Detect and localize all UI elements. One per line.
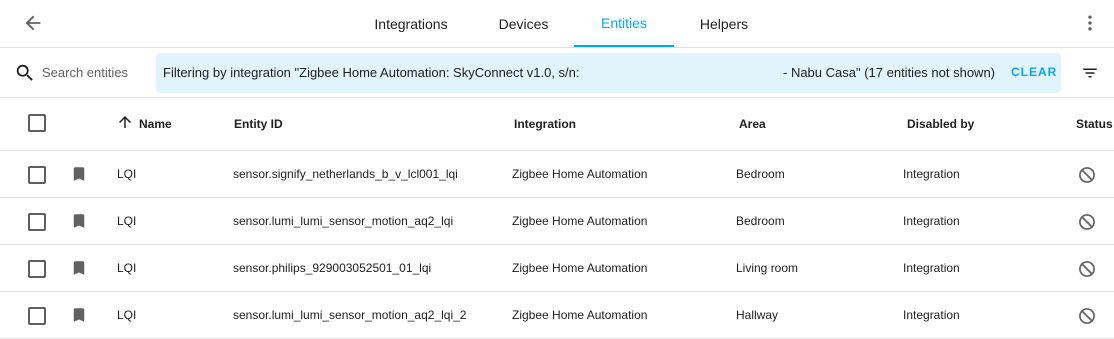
back-arrow-icon[interactable] [22,12,44,34]
bookmark-icon [73,214,85,228]
tab-devices[interactable]: Devices [473,0,574,47]
column-header-status[interactable]: Status [1076,117,1113,131]
entity-name: LQI [117,261,137,275]
filter-banner: Filtering by integration "Zigbee Home Au… [156,53,1061,93]
filter-banner-text-start: Filtering by integration "Zigbee Home Au… [163,65,583,80]
entity-disabled-by: Integration [903,214,960,228]
row-checkbox[interactable] [28,166,46,184]
search-filter-bar: Filtering by integration "Zigbee Home Au… [0,48,1114,98]
entity-name: LQI [117,308,137,322]
tab-integrations[interactable]: Integrations [349,0,473,47]
row-checkbox[interactable] [28,260,46,278]
more-menu-icon[interactable] [1080,12,1100,34]
table-row[interactable]: LQI sensor.signify_netherlands_b_v_lcl00… [0,151,1114,198]
table-row[interactable]: LQI sensor.lumi_lumi_sensor_motion_aq2_l… [0,292,1114,339]
column-header-disabled-by[interactable]: Disabled by [907,117,974,131]
search-input[interactable] [42,61,150,83]
table-header: Name Entity ID Integration Area Disabled… [0,98,1114,151]
entity-integration: Zigbee Home Automation [512,308,648,322]
disabled-status-icon [1079,214,1095,230]
entity-integration: Zigbee Home Automation [512,261,648,275]
disabled-status-icon [1079,167,1095,183]
entity-name: LQI [117,214,137,228]
clear-filter-button[interactable]: CLEAR [1011,65,1057,79]
entity-disabled-by: Integration [903,261,960,275]
sort-ascending-icon[interactable] [116,113,134,131]
disabled-status-icon [1079,261,1095,277]
column-header-integration[interactable]: Integration [514,117,576,131]
entity-integration: Zigbee Home Automation [512,214,648,228]
row-checkbox[interactable] [28,213,46,231]
entity-area: Hallway [736,308,779,322]
tab-bar: Integrations Devices Entities Helpers [349,0,774,47]
entity-id: sensor.signify_netherlands_b_v_lcl001_lq… [233,167,458,181]
entity-id: sensor.lumi_lumi_sensor_motion_aq2_lqi_2 [233,308,467,322]
entity-area: Living room [736,261,799,275]
bookmark-icon [73,308,85,322]
column-header-name[interactable]: Name [139,117,172,131]
entity-id: sensor.lumi_lumi_sensor_motion_aq2_lqi [233,214,454,228]
table-row[interactable]: LQI sensor.philips_929003052501_01_lqi Z… [0,245,1114,292]
entity-name: LQI [117,167,137,181]
table-row[interactable]: LQI sensor.lumi_lumi_sensor_motion_aq2_l… [0,198,1114,245]
filter-icon[interactable] [1080,64,1100,82]
entity-area: Bedroom [736,214,785,228]
disabled-status-icon [1079,308,1095,324]
row-checkbox[interactable] [28,307,46,325]
filter-banner-text-end: - Nabu Casa" (17 entities not shown) [783,65,995,80]
select-all-checkbox[interactable] [28,114,46,132]
top-app-bar: Integrations Devices Entities Helpers [0,0,1114,48]
bookmark-icon [73,167,85,181]
bookmark-icon [73,261,85,275]
entity-disabled-by: Integration [903,167,960,181]
tab-helpers[interactable]: Helpers [674,0,774,47]
entity-id: sensor.philips_929003052501_01_lqi [233,261,432,275]
column-header-entity-id[interactable]: Entity ID [234,117,283,131]
tab-entities[interactable]: Entities [574,0,674,47]
search-icon [16,64,33,81]
column-header-area[interactable]: Area [739,117,766,131]
entity-area: Bedroom [736,167,785,181]
entity-integration: Zigbee Home Automation [512,167,648,181]
entity-disabled-by: Integration [903,308,960,322]
